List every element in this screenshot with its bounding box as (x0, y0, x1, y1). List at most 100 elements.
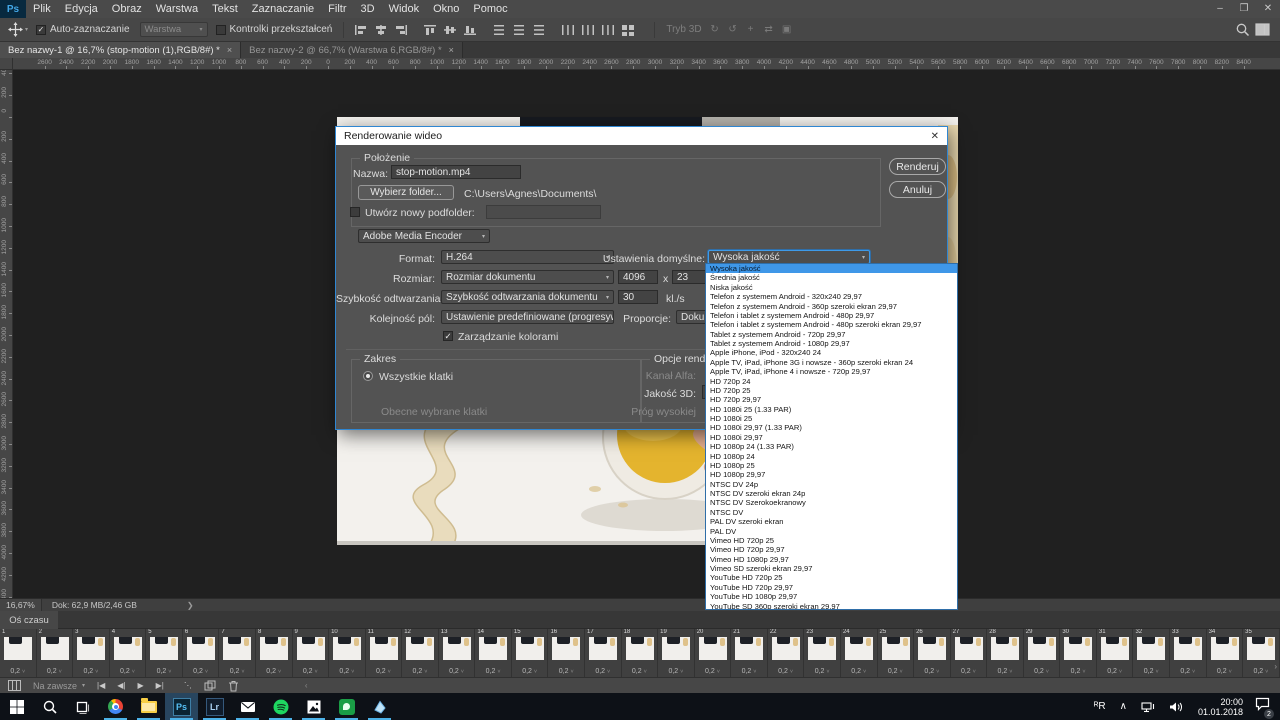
network-icon[interactable] (1141, 701, 1155, 713)
tween-icon[interactable]: ⋱ (184, 681, 192, 690)
timeline-frame[interactable]: 320,2 ˅ (1133, 629, 1170, 677)
task-view-icon[interactable] (66, 693, 99, 720)
preset-option[interactable]: Tablet z systemem Android - 1080p 29,97 (706, 339, 957, 348)
previous-frame-button[interactable]: ◀| (117, 681, 125, 690)
timeline-frame[interactable]: 30,2 ˅ (73, 629, 110, 677)
frame-duration[interactable]: 0,2 ˅ (878, 668, 914, 675)
timeline-frame[interactable]: 40,2 ˅ (110, 629, 147, 677)
frame-duration[interactable]: 0,2 ˅ (1170, 668, 1206, 675)
timeline-frame[interactable]: 150,2 ˅ (512, 629, 549, 677)
preset-option[interactable]: Telefon z systemem Android - 320x240 29,… (706, 292, 957, 301)
preset-option[interactable]: NTSC DV Szerokoekranowy (706, 498, 957, 507)
format-select[interactable]: H.264▾ (441, 250, 614, 264)
frame-duration[interactable]: 0,2 ˅ (512, 668, 548, 675)
frame-duration[interactable]: 0,2 ˅ (146, 668, 182, 675)
frame-duration[interactable]: 0,2 ˅ (475, 668, 511, 675)
timeline-frame[interactable]: 50,2 ˅ (146, 629, 183, 677)
fps-input[interactable]: 30 (618, 290, 658, 304)
preset-option[interactable]: Vimeo HD 720p 25 (706, 536, 957, 545)
menu-filtr[interactable]: Filtr (321, 0, 353, 18)
timeline-frame[interactable]: 300,2 ˅ (1060, 629, 1097, 677)
color-manage-checkbox[interactable]: ✓ (443, 331, 453, 341)
preset-option[interactable]: HD 1080p 29,97 (706, 470, 957, 479)
frame-duration[interactable]: 0,2 ˅ (951, 668, 987, 675)
preset-option[interactable]: Vimeo HD 720p 29,97 (706, 545, 957, 554)
close-tab-icon[interactable]: × (227, 45, 232, 55)
frame-duration[interactable]: 0,2 ˅ (1024, 668, 1060, 675)
timeline-frame[interactable]: 330,2 ˅ (1170, 629, 1207, 677)
preset-option[interactable]: Apple TV, iPad, iPhone 3G i nowsze - 360… (706, 358, 957, 367)
minimize-button[interactable]: – (1208, 0, 1232, 18)
align-left-icon[interactable] (352, 22, 370, 38)
search-icon[interactable] (33, 693, 66, 720)
frame-duration[interactable]: 0,2 ˅ (439, 668, 475, 675)
timeline-frame[interactable]: 220,2 ˅ (768, 629, 805, 677)
frame-duration[interactable]: 0,2 ˅ (73, 668, 109, 675)
menu-pomoc[interactable]: Pomoc (466, 0, 514, 18)
lightroom-icon[interactable]: Lr (198, 693, 231, 720)
auto-select-checkbox[interactable]: ✓ (36, 25, 46, 35)
mail-icon[interactable] (231, 693, 264, 720)
workspace-icon[interactable] (1253, 22, 1271, 38)
frame-duration[interactable]: 0,2 ˅ (329, 668, 365, 675)
align-bottom-icon[interactable] (461, 22, 479, 38)
restore-button[interactable]: ❐ (1232, 0, 1256, 18)
panel-collapse-icon[interactable]: ‹ (305, 681, 308, 690)
preset-option[interactable]: Wysoka jakość (706, 264, 957, 273)
frame-duration[interactable]: 0,2 ˅ (219, 668, 255, 675)
frame-grid-icon[interactable] (8, 680, 21, 691)
frame-duration[interactable]: 0,2 ˅ (0, 668, 36, 675)
menu-warstwa[interactable]: Warstwa (149, 0, 205, 18)
zoom-level[interactable]: 16,67% (0, 599, 42, 611)
timeline-frame[interactable]: 190,2 ˅ (658, 629, 695, 677)
frame-duration[interactable]: 0,2 ˅ (622, 668, 658, 675)
photoshop-icon[interactable]: Ps (165, 693, 198, 720)
frame-duration[interactable]: 0,2 ˅ (768, 668, 804, 675)
tab-document-2[interactable]: Bez nazwy-2 @ 66,7% (Warstwa 6,RGB/8#) *… (241, 42, 463, 58)
frame-duration[interactable]: 0,2 ˅ (987, 668, 1023, 675)
timeline-frame[interactable]: 70,2 ˅ (219, 629, 256, 677)
frame-duration[interactable]: 0,2 ˅ (110, 668, 146, 675)
frame-duration[interactable]: 0,2 ˅ (37, 668, 73, 675)
paint3d-icon[interactable] (363, 693, 396, 720)
first-frame-button[interactable]: |◀ (97, 681, 105, 690)
timeline-frame[interactable]: 310,2 ˅ (1097, 629, 1134, 677)
timeline-frame[interactable]: 270,2 ˅ (951, 629, 988, 677)
preset-option[interactable]: Vimeo SD szeroki ekran 29,97 (706, 564, 957, 573)
timeline-frame[interactable]: 210,2 ˅ (731, 629, 768, 677)
frame-duration[interactable]: 0,2 ˅ (804, 668, 840, 675)
preset-option[interactable]: Apple TV, iPad, iPhone 4 i nowsze - 720p… (706, 367, 957, 376)
subfolder-checkbox[interactable] (350, 207, 360, 217)
dist-bottom-icon[interactable] (530, 22, 548, 38)
loop-select[interactable]: Na zawsze▾ (33, 681, 85, 691)
timeline-frame[interactable]: 240,2 ˅ (841, 629, 878, 677)
timeline-frame[interactable]: 140,2 ˅ (475, 629, 512, 677)
size-width-input[interactable]: 4096 (618, 270, 658, 284)
preset-option[interactable]: HD 1080i 29,97 (1.33 PAR) (706, 423, 957, 432)
preset-option[interactable]: HD 720p 29,97 (706, 395, 957, 404)
preset-option[interactable]: YouTube SD 360p szeroki ekran 29,97 (706, 602, 957, 611)
timeline-frame[interactable]: 340,2 ˅ (1207, 629, 1244, 677)
align-vcenter-icon[interactable] (441, 22, 459, 38)
preset-option[interactable]: HD 1080i 29,97 (706, 433, 957, 442)
timeline-frame[interactable]: 160,2 ˅ (548, 629, 585, 677)
start-icon[interactable] (0, 693, 33, 720)
frame-duration[interactable]: 0,2 ˅ (658, 668, 694, 675)
align-hcenter-icon[interactable] (372, 22, 390, 38)
field-order-select[interactable]: Ustawienie predefiniowane (progresyw...▾ (441, 310, 614, 324)
action-center-icon[interactable]: 2 (1255, 697, 1270, 716)
frame-duration[interactable]: 0,2 ˅ (183, 668, 219, 675)
choose-folder-button[interactable]: Wybierz folder... (358, 185, 454, 200)
distribute-grid-icon[interactable] (619, 22, 637, 38)
preset-option[interactable]: PAL DV szeroki ekran (706, 517, 957, 526)
dist-right-icon[interactable] (599, 22, 617, 38)
dist-hcenter-icon[interactable] (579, 22, 597, 38)
timeline-frame[interactable]: 180,2 ˅ (622, 629, 659, 677)
next-frame-button[interactable]: ▶| (156, 681, 164, 690)
tray-chevron-icon[interactable]: ∧ (1120, 701, 1127, 712)
frame-duration[interactable]: 0,2 ˅ (914, 668, 950, 675)
timeline-frame[interactable]: 200,2 ˅ (695, 629, 732, 677)
timeline-frame[interactable]: 250,2 ˅ (878, 629, 915, 677)
dist-vcenter-icon[interactable] (510, 22, 528, 38)
preset-option[interactable]: Vimeo HD 1080p 29,97 (706, 555, 957, 564)
